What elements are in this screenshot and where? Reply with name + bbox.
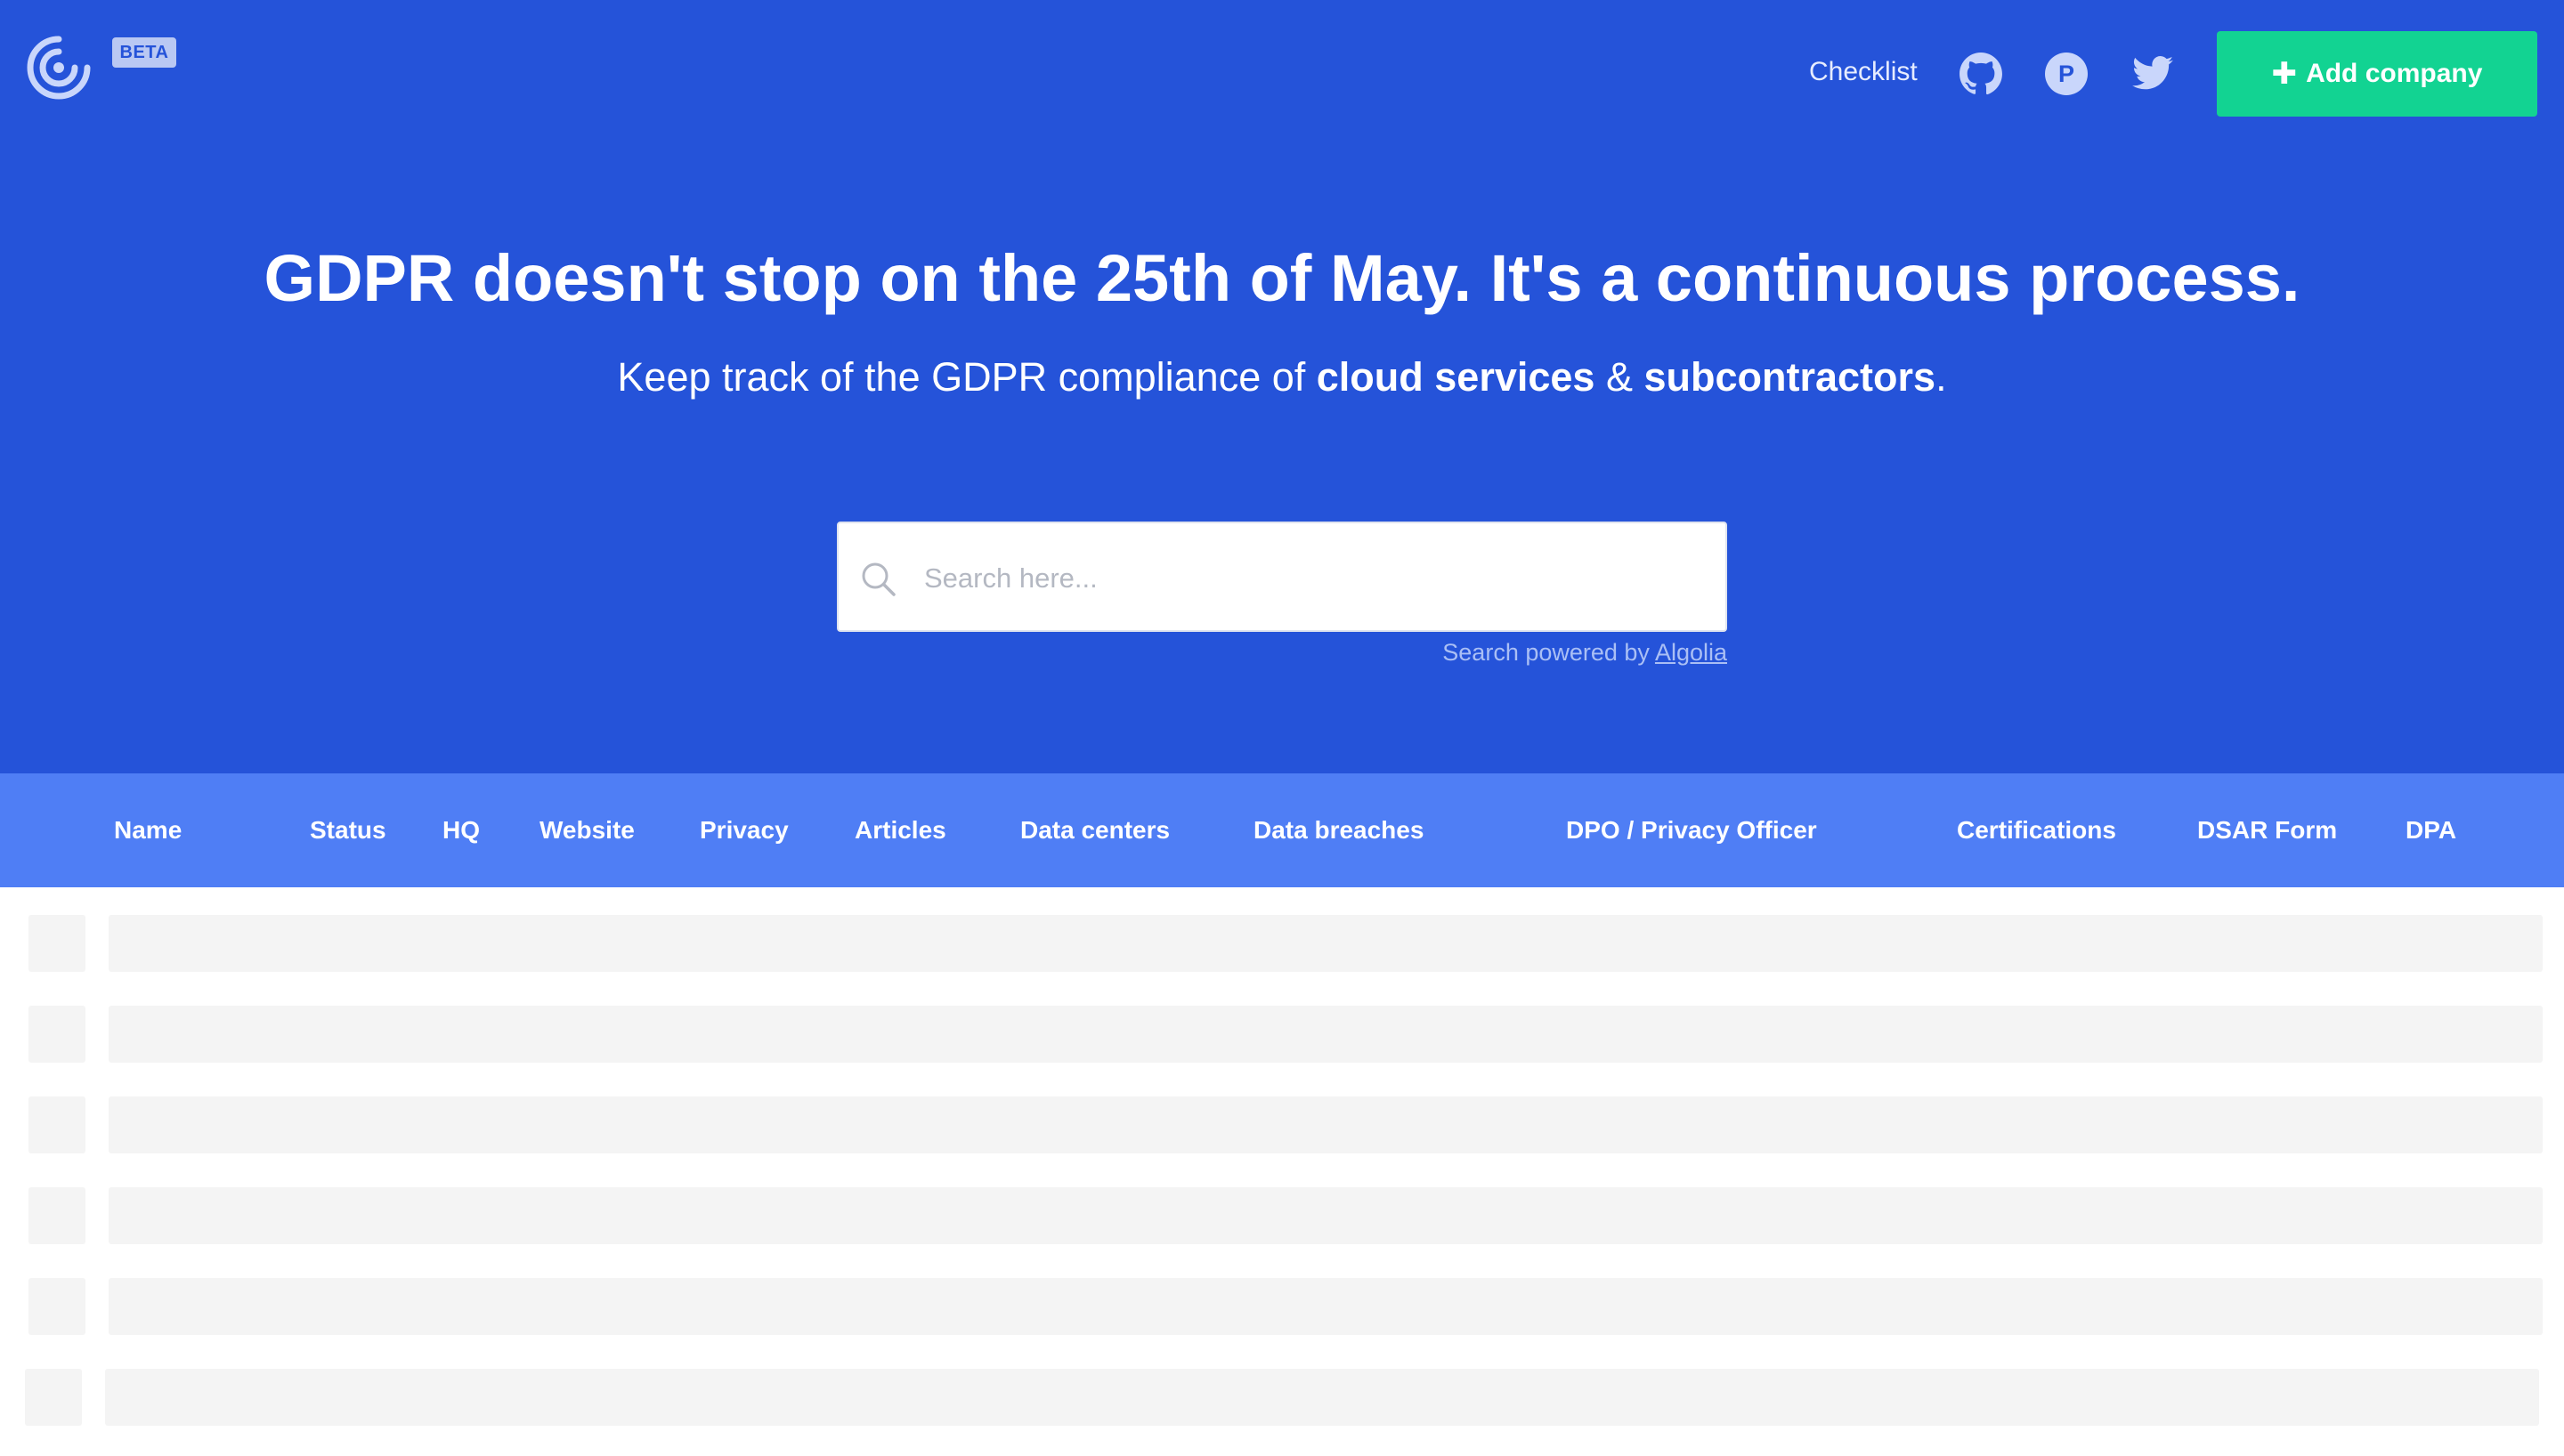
algolia-link[interactable]: Algolia bbox=[1655, 639, 1727, 666]
skeleton-avatar bbox=[25, 1369, 82, 1426]
table-row-placeholder bbox=[0, 1369, 2564, 1426]
column-header-certifications[interactable]: Certifications bbox=[1957, 773, 2116, 887]
table-row-placeholder bbox=[0, 1278, 2564, 1335]
subline-subcontractors: subcontractors bbox=[1643, 354, 1936, 400]
column-header-website[interactable]: Website bbox=[540, 773, 635, 887]
skeleton-bar bbox=[109, 1096, 2543, 1153]
subline-cloud-services: cloud services bbox=[1316, 354, 1595, 400]
search-powered-by: Search powered by Algolia bbox=[837, 639, 1727, 667]
column-header-data-breaches[interactable]: Data breaches bbox=[1254, 773, 1424, 887]
search-icon bbox=[860, 561, 897, 598]
skeleton-bar bbox=[105, 1369, 2539, 1426]
skeleton-bar bbox=[109, 1006, 2543, 1063]
skeleton-avatar bbox=[28, 1278, 85, 1335]
skeleton-avatar bbox=[28, 915, 85, 972]
github-icon[interactable] bbox=[1959, 52, 2003, 96]
plus-icon: ✚ bbox=[2271, 57, 2298, 91]
skeleton-bar bbox=[109, 915, 2543, 972]
nav-checklist-link[interactable]: Checklist bbox=[1809, 57, 1918, 87]
hero-section: BETA Checklist P ✚ Add company GDPR does… bbox=[0, 0, 2564, 773]
page-headline: GDPR doesn't stop on the 25th of May. It… bbox=[264, 241, 2300, 315]
column-header-name[interactable]: Name bbox=[114, 773, 182, 887]
add-company-button[interactable]: ✚ Add company bbox=[2217, 31, 2537, 117]
column-header-status[interactable]: Status bbox=[310, 773, 386, 887]
column-header-privacy[interactable]: Privacy bbox=[700, 773, 789, 887]
producthunt-letter: P bbox=[2058, 61, 2074, 87]
skeleton-avatar bbox=[28, 1096, 85, 1153]
beta-badge: BETA bbox=[112, 37, 176, 68]
skeleton-avatar bbox=[28, 1187, 85, 1244]
column-header-hq[interactable]: HQ bbox=[442, 773, 480, 887]
producthunt-icon[interactable]: P bbox=[2044, 52, 2089, 96]
column-header-dpo[interactable]: DPO / Privacy Officer bbox=[1566, 773, 1817, 887]
logo-icon[interactable] bbox=[25, 34, 93, 101]
column-header-dsar-form[interactable]: DSAR Form bbox=[2197, 773, 2337, 887]
search-input[interactable] bbox=[922, 550, 1706, 607]
powered-prefix: Search powered by bbox=[1442, 639, 1655, 666]
twitter-icon[interactable] bbox=[2130, 52, 2175, 96]
skeleton-bar bbox=[109, 1187, 2543, 1244]
table-row-placeholder bbox=[0, 1096, 2564, 1153]
table-row-placeholder bbox=[0, 1187, 2564, 1244]
skeleton-avatar bbox=[28, 1006, 85, 1063]
subline-mid: & bbox=[1594, 354, 1644, 400]
table-row-placeholder bbox=[0, 915, 2564, 972]
column-header-data-centers[interactable]: Data centers bbox=[1020, 773, 1170, 887]
subline-prefix: Keep track of the GDPR compliance of bbox=[617, 354, 1317, 400]
add-company-label: Add company bbox=[2306, 59, 2483, 88]
page-subheadline: Keep track of the GDPR compliance of clo… bbox=[0, 354, 2564, 400]
skeleton-bar bbox=[109, 1278, 2543, 1335]
column-header-dpa[interactable]: DPA bbox=[2406, 773, 2456, 887]
column-header-articles[interactable]: Articles bbox=[855, 773, 946, 887]
table-header: Name Status HQ Website Privacy Articles … bbox=[0, 773, 2564, 887]
subline-suffix: . bbox=[1935, 354, 1947, 400]
table-row-placeholder bbox=[0, 1006, 2564, 1063]
search-box[interactable] bbox=[837, 522, 1727, 632]
